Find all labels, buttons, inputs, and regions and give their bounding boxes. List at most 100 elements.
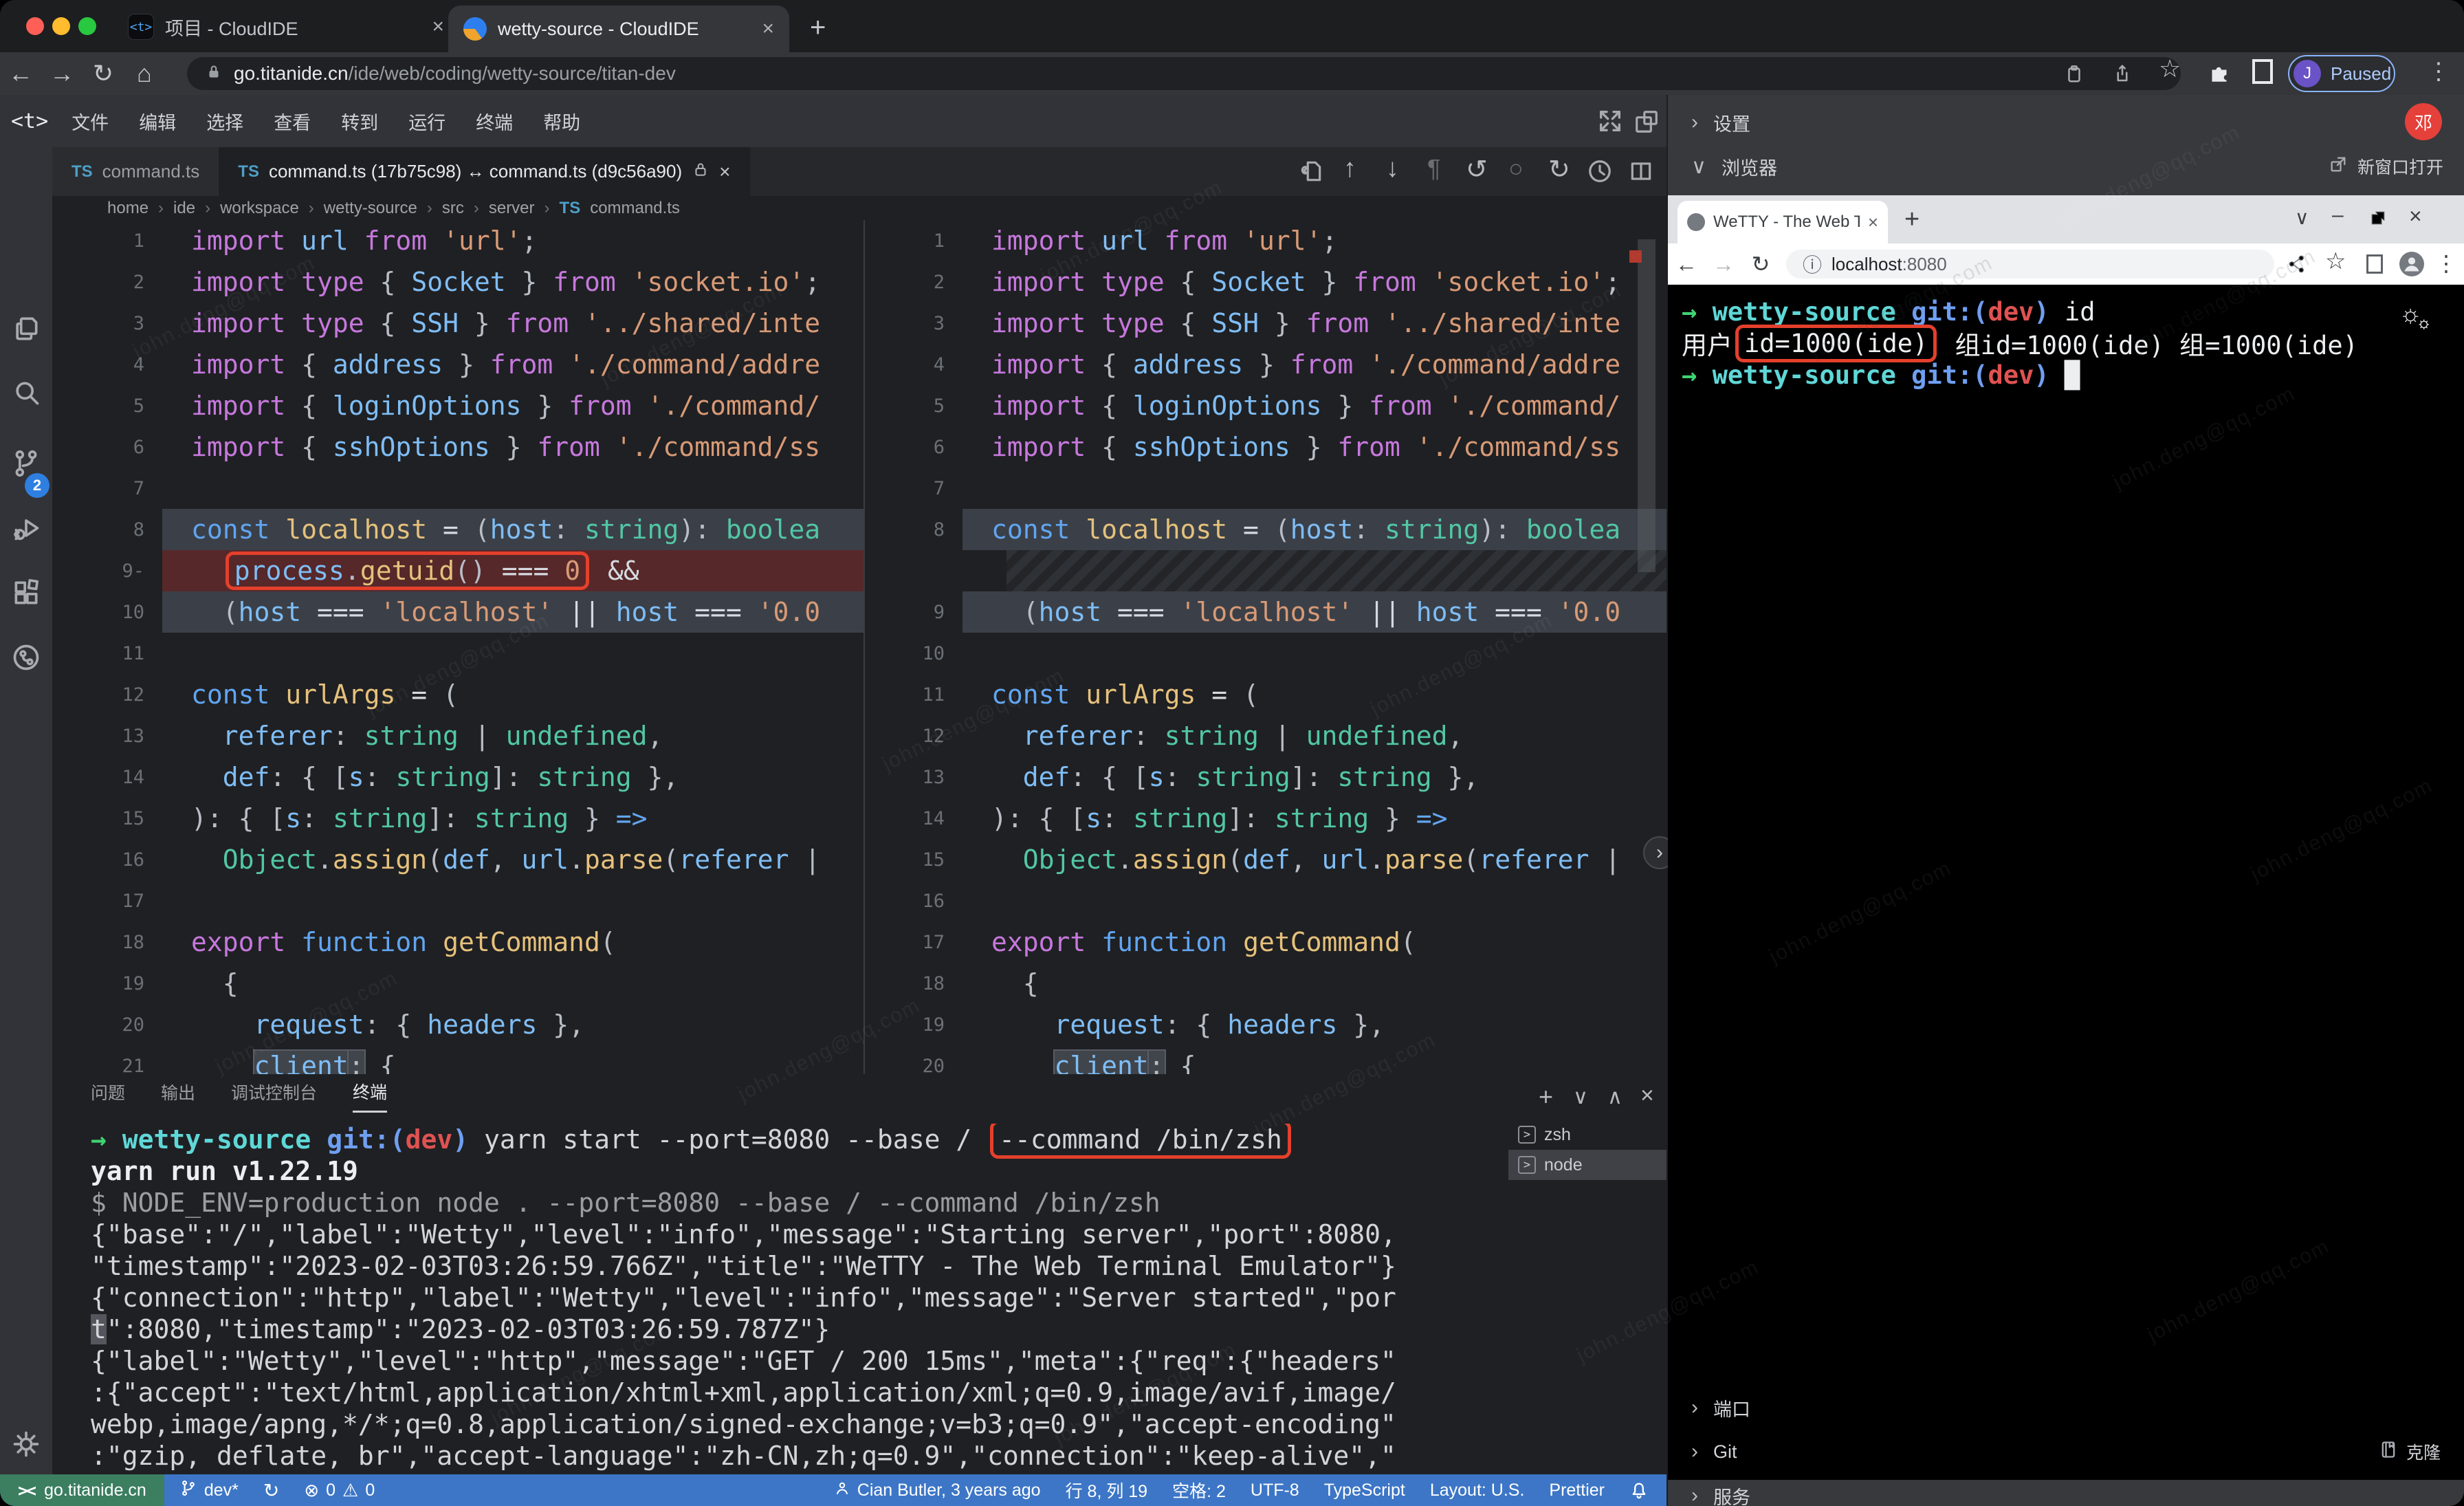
editor-tab-command-ts[interactable]: TS command.ts xyxy=(52,147,219,196)
terminal-process-zsh[interactable]: >zsh xyxy=(1508,1120,1666,1150)
revert-right-icon[interactable]: ↻ xyxy=(1548,154,1570,185)
menu-item-编辑[interactable]: 编辑 xyxy=(139,113,176,133)
close-icon[interactable]: × xyxy=(2409,204,2422,229)
close-tab-icon[interactable]: × xyxy=(1868,212,1878,233)
minimize-window-button[interactable] xyxy=(52,17,70,35)
user-avatar[interactable]: 邓 xyxy=(2405,103,2442,140)
menu-item-文件[interactable]: 文件 xyxy=(72,113,109,133)
new-tab-button[interactable]: + xyxy=(810,12,826,43)
back-icon[interactable]: ← xyxy=(0,59,41,88)
panel-tab-问题[interactable]: 问题 xyxy=(91,1080,125,1111)
breadcrumb-item[interactable]: wetty-source xyxy=(324,199,417,218)
open-file-icon[interactable] xyxy=(1298,158,1324,188)
side-panel-icon[interactable] xyxy=(2366,254,2383,274)
reload-icon[interactable]: ↻ xyxy=(82,59,124,88)
bookmark-star-icon[interactable]: ☆ xyxy=(2325,248,2346,275)
restore-window-icon[interactable] xyxy=(2368,208,2388,232)
open-new-window-button[interactable]: 新窗口打开 xyxy=(2329,154,2443,179)
menu-item-运行[interactable]: 运行 xyxy=(408,113,446,133)
menu-item-查看[interactable]: 查看 xyxy=(274,113,311,133)
profile-chip[interactable]: J Paused xyxy=(2288,55,2395,92)
terminal-process-node[interactable]: >node xyxy=(1508,1150,1666,1180)
breadcrumb-item[interactable]: server xyxy=(489,199,535,218)
close-tab-icon[interactable]: × xyxy=(432,15,444,39)
status-item[interactable]: Cian Butler, 3 years ago xyxy=(834,1480,1041,1501)
terminal-output[interactable]: → wetty-source git:(dev) yarn start --po… xyxy=(91,1124,1507,1474)
revert-left-icon[interactable]: ↺ xyxy=(1466,154,1488,185)
section-settings[interactable]: › 设置 xyxy=(1668,100,2464,144)
panel-tab-调试控制台[interactable]: 调试控制台 xyxy=(231,1080,317,1111)
editor-scrollbar[interactable] xyxy=(1638,239,1656,572)
wetty-terminal-page[interactable]: → wetty-source git:(dev) id用户id=1000(ide… xyxy=(1668,285,2464,1480)
forward-icon[interactable]: → xyxy=(41,59,82,88)
reload-icon[interactable]: ↻ xyxy=(1742,251,1779,277)
back-icon[interactable]: ← xyxy=(1668,252,1705,277)
browser-tab-projects[interactable]: <t> 项目 - CloudIDE × xyxy=(128,6,444,48)
menu-kebab-icon[interactable]: ⋮ xyxy=(2435,250,2457,276)
sync-status[interactable]: ↻ xyxy=(263,1479,279,1502)
extensions-puzzle-icon[interactable] xyxy=(2207,61,2232,89)
previous-change-icon[interactable]: ↑ xyxy=(1343,154,1356,184)
section-services[interactable]: › 服务 xyxy=(1668,1476,2464,1506)
status-item[interactable]: 空格: 2 xyxy=(1172,1478,1226,1503)
section-git[interactable]: › Git 克隆 xyxy=(1668,1432,2464,1472)
status-item[interactable]: UTF-8 xyxy=(1251,1481,1299,1500)
terminal-process-list[interactable]: >zsh>node xyxy=(1508,1120,1666,1180)
section-browser[interactable]: ∨ 浏览器 新窗口打开 xyxy=(1668,144,2464,188)
breadcrumb-file[interactable]: command.ts xyxy=(590,199,680,218)
menu-item-帮助[interactable]: 帮助 xyxy=(543,113,580,133)
search-icon[interactable] xyxy=(11,378,41,408)
close-panel-icon[interactable]: × xyxy=(1640,1082,1654,1109)
address-bar[interactable]: go.titanide.cn/ide/web/coding/wetty-sour… xyxy=(187,57,2181,90)
git-graph-circle-icon[interactable] xyxy=(11,642,41,673)
chevron-down-icon[interactable]: ∨ xyxy=(2295,206,2309,229)
profile-avatar-icon[interactable] xyxy=(2399,252,2424,276)
zoom-window-button[interactable] xyxy=(78,17,96,35)
status-item[interactable]: 行 8, 列 19 xyxy=(1066,1478,1148,1503)
close-window-button[interactable] xyxy=(26,17,44,35)
explorer-files-icon[interactable] xyxy=(11,314,41,344)
settings-gear-icon[interactable] xyxy=(11,1429,41,1459)
breadcrumb-item[interactable]: src xyxy=(442,199,464,218)
breadcrumb-item[interactable]: ide xyxy=(173,199,195,218)
editor-tab-diff[interactable]: TS command.ts (17b75c98) ↔ command.ts (d… xyxy=(219,147,749,196)
terminal-dropdown-chevron-icon[interactable]: ∨ xyxy=(1573,1085,1588,1109)
breadcrumb[interactable]: home›ide›workspace›wetty-source›src›serv… xyxy=(52,196,1666,220)
status-item[interactable]: Layout: U.S. xyxy=(1430,1481,1525,1500)
status-item[interactable]: Prettier xyxy=(1549,1481,1605,1500)
whitespace-icon[interactable]: ¶ xyxy=(1427,154,1440,183)
breadcrumb-item[interactable]: home xyxy=(107,199,148,218)
browser-menu-kebab-icon[interactable]: ⋮ xyxy=(2427,58,2450,85)
wetty-settings-gears-icon[interactable] xyxy=(2398,304,2434,338)
browser-tab-wetty-source[interactable]: wetty-source - CloudIDE × xyxy=(448,6,789,52)
close-tab-icon[interactable]: × xyxy=(762,17,774,41)
layout-toggle-icon[interactable] xyxy=(1634,109,1660,138)
breadcrumb-item[interactable]: workspace xyxy=(220,199,299,218)
minimize-icon[interactable]: – xyxy=(2332,204,2344,227)
embedded-address-bar[interactable]: ⓘ localhost:8080 xyxy=(1786,250,2274,279)
share-icon[interactable] xyxy=(2112,63,2133,89)
maximize-panel-icon[interactable]: ∧ xyxy=(1607,1085,1622,1109)
status-item[interactable]: TypeScript xyxy=(1324,1481,1405,1500)
new-terminal-icon[interactable]: + xyxy=(1539,1082,1553,1111)
panel-tab-输出[interactable]: 输出 xyxy=(161,1080,195,1111)
next-change-icon[interactable]: ↓ xyxy=(1386,154,1399,184)
side-panel-icon[interactable] xyxy=(2252,59,2273,84)
remote-indicator[interactable]: >< go.titanide.cn xyxy=(0,1474,164,1506)
run-debug-icon[interactable] xyxy=(11,513,41,543)
timeline-clock-icon[interactable] xyxy=(1587,158,1613,188)
extensions-icon[interactable] xyxy=(11,578,41,608)
embedded-tab-wetty[interactable]: WeTTY - The Web Terminal × xyxy=(1678,201,1888,243)
git-branch-status[interactable]: dev* xyxy=(179,1479,239,1502)
share-icon[interactable] xyxy=(2287,254,2307,278)
expand-fullscreen-icon[interactable] xyxy=(1596,107,1624,138)
section-ports[interactable]: › 端口 xyxy=(1668,1388,2464,1428)
new-tab-icon[interactable]: + xyxy=(1904,205,1920,234)
home-icon[interactable]: ⌂ xyxy=(124,59,165,88)
panel-tab-终端[interactable]: 终端 xyxy=(353,1079,387,1113)
bookmark-star-icon[interactable]: ☆ xyxy=(2159,54,2181,83)
menu-item-终端[interactable]: 终端 xyxy=(476,113,513,133)
close-editor-icon[interactable]: × xyxy=(719,161,730,183)
clone-button[interactable]: 克隆 xyxy=(2379,1439,2441,1464)
info-icon[interactable]: ⓘ xyxy=(1803,250,1822,278)
